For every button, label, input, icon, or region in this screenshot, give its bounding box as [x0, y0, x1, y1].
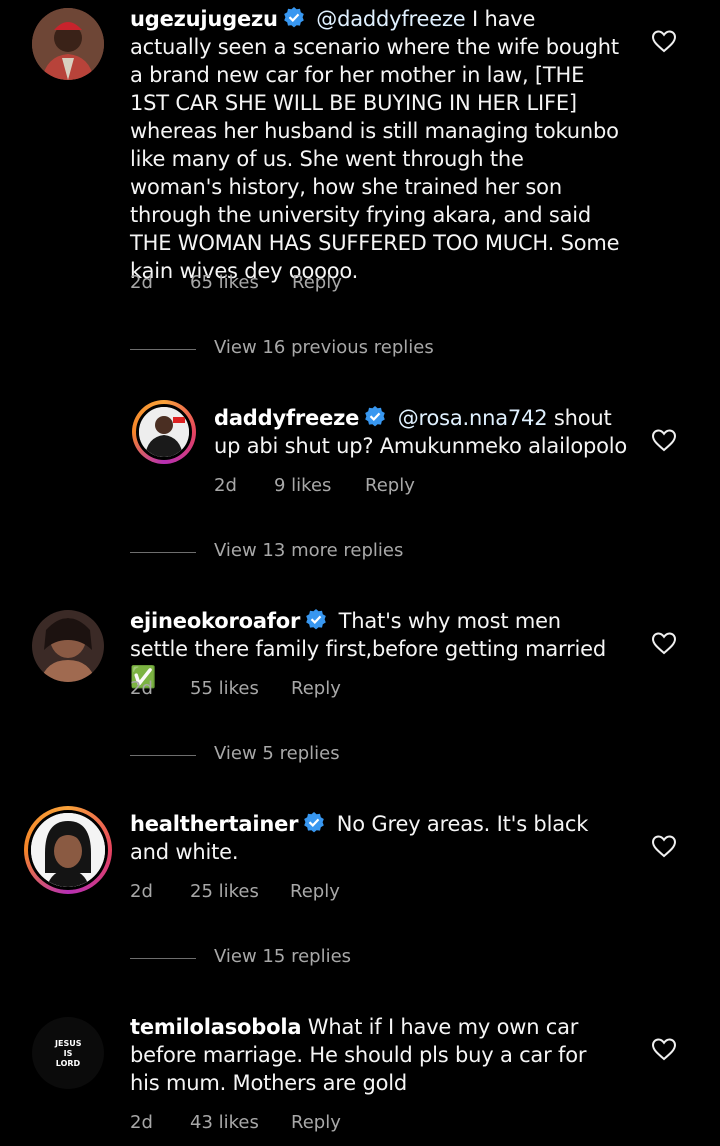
- username[interactable]: healthertainer: [130, 812, 299, 836]
- timestamp: 2d: [214, 475, 237, 496]
- comment-meta: 2d 25 likes Reply: [130, 881, 530, 905]
- likes-count[interactable]: 55 likes: [190, 678, 259, 699]
- view-replies-label[interactable]: View 16 previous replies: [214, 337, 434, 358]
- verified-badge-icon: [283, 7, 304, 28]
- comment-text: I have actually seen a scenario where th…: [130, 7, 620, 283]
- comment-meta: 2d 55 likes Reply: [130, 678, 530, 702]
- heart-outline-icon[interactable]: [651, 428, 677, 452]
- username[interactable]: ugezujugezu: [130, 7, 278, 31]
- timestamp: 2d: [130, 881, 153, 902]
- avatar-image: [31, 813, 105, 887]
- avatar[interactable]: [132, 400, 196, 464]
- comment-body: temilolasobola What if I have my own car…: [130, 1013, 620, 1097]
- likes-count[interactable]: 65 likes: [190, 272, 259, 293]
- reply-button[interactable]: Reply: [290, 881, 340, 902]
- likes-count[interactable]: 43 likes: [190, 1112, 259, 1133]
- comment-meta: 2d 65 likes Reply: [130, 272, 530, 296]
- mention-link[interactable]: @rosa.nna742: [398, 406, 548, 430]
- verified-badge-icon: [365, 406, 386, 427]
- comment-meta: 2d 43 likes Reply: [130, 1112, 530, 1136]
- avatar[interactable]: [32, 610, 104, 682]
- timestamp: 2d: [130, 678, 153, 699]
- heart-outline-icon[interactable]: [651, 631, 677, 655]
- heart-outline-icon[interactable]: [651, 834, 677, 858]
- view-replies-label[interactable]: View 5 replies: [214, 743, 340, 764]
- view-replies-label[interactable]: View 15 replies: [214, 946, 351, 967]
- reply-button[interactable]: Reply: [291, 678, 341, 699]
- heart-outline-icon[interactable]: [651, 1037, 677, 1061]
- comment-meta: 2d 9 likes Reply: [214, 475, 514, 499]
- comment-body: ugezujugezu @daddyfreeze I have actually…: [130, 5, 620, 285]
- avatar-image: [32, 8, 104, 80]
- username[interactable]: temilolasobola: [130, 1015, 302, 1039]
- avatar[interactable]: [32, 8, 104, 80]
- verified-badge-icon: [304, 812, 325, 833]
- avatar-image: [32, 610, 104, 682]
- username[interactable]: ejineokoroafor: [130, 609, 300, 633]
- avatar[interactable]: JESUS IS LORD: [32, 1017, 104, 1089]
- username[interactable]: daddyfreeze: [214, 406, 359, 430]
- divider: [130, 349, 196, 350]
- verified-badge-icon: [306, 609, 326, 630]
- reply-button[interactable]: Reply: [292, 272, 342, 293]
- likes-count[interactable]: 9 likes: [274, 475, 331, 496]
- likes-count[interactable]: 25 likes: [190, 881, 259, 902]
- timestamp: 2d: [130, 272, 153, 293]
- avatar-image: [139, 407, 189, 457]
- heart-outline-icon[interactable]: [651, 29, 677, 53]
- divider: [130, 958, 196, 959]
- mention-link[interactable]: @daddyfreeze: [316, 7, 465, 31]
- divider: [130, 755, 196, 756]
- reply-button[interactable]: Reply: [291, 1112, 341, 1133]
- avatar-text: JESUS IS LORD: [55, 1039, 82, 1068]
- view-replies-label[interactable]: View 13 more replies: [214, 540, 403, 561]
- reply-button[interactable]: Reply: [365, 475, 415, 496]
- divider: [130, 552, 196, 553]
- timestamp: 2d: [130, 1112, 153, 1133]
- comment-body: healthertainer No Grey areas. It's black…: [130, 810, 620, 866]
- avatar[interactable]: [24, 806, 112, 894]
- comment-body: daddyfreeze @rosa.nna742 shout up abi sh…: [214, 404, 634, 460]
